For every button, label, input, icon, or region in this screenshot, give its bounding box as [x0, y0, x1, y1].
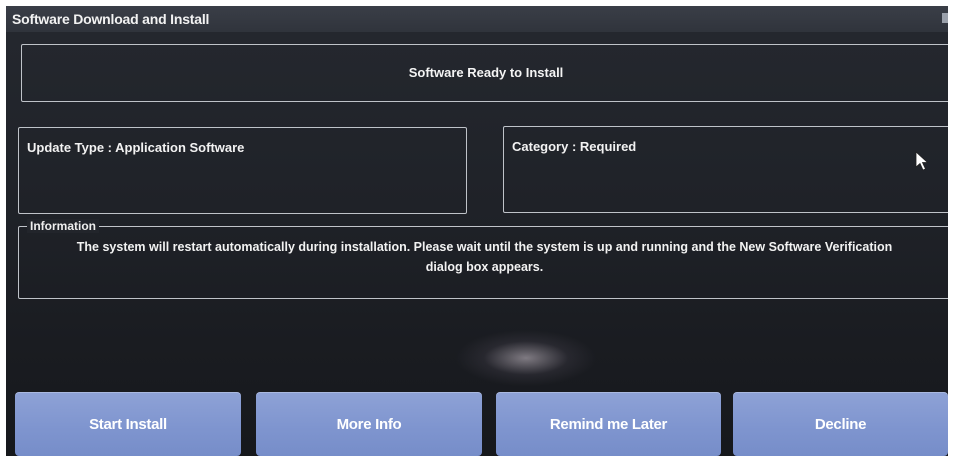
decline-button[interactable]: Decline [733, 392, 948, 456]
information-text: The system will restart automatically du… [76, 240, 893, 274]
status-panel: Software Ready to Install [21, 44, 948, 102]
update-type-panel: Update Type : Application Software [18, 127, 467, 214]
information-panel: Information The system will restart auto… [18, 219, 948, 299]
update-type-label: Update Type : Application Software [27, 140, 245, 155]
window-title: Software Download and Install [12, 11, 210, 27]
title-bar: Software Download and Install [6, 6, 948, 32]
start-install-button[interactable]: Start Install [15, 392, 241, 456]
start-install-label: Start Install [89, 416, 167, 433]
information-legend: Information [27, 219, 99, 233]
more-info-button[interactable]: More Info [256, 392, 482, 456]
close-icon[interactable] [942, 13, 948, 23]
remind-me-later-label: Remind me Later [549, 416, 668, 433]
category-label: Category : Required [512, 139, 637, 154]
mouse-pointer-icon [915, 151, 929, 171]
software-install-dialog: Software Download and Install Software R… [6, 6, 948, 456]
remind-me-later-button[interactable]: Remind me Later [496, 392, 721, 456]
more-info-label: More Info [336, 416, 402, 433]
status-message: Software Ready to Install [408, 65, 564, 80]
decline-label: Decline [814, 416, 867, 433]
category-panel: Category : Required [503, 126, 948, 213]
